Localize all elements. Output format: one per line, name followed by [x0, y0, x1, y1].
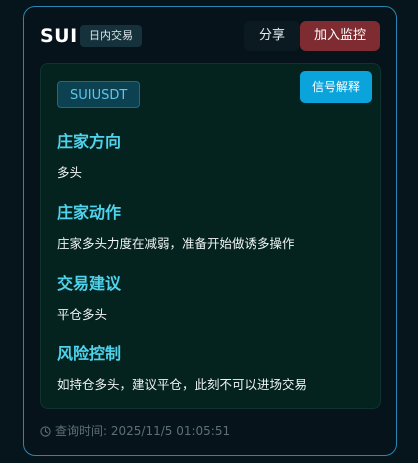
share-button[interactable]: 分享 [244, 21, 300, 51]
query-time: 查询时间: 2025/11/5 01:05:51 [40, 421, 230, 441]
section-text-advice: 平仓多头 [57, 307, 108, 322]
section-title-action: 庄家动作 [57, 203, 122, 222]
section-title-advice: 交易建议 [57, 274, 122, 293]
trade-type-badge: 日内交易 [80, 25, 142, 47]
section-title-risk: 风险控制 [57, 344, 122, 363]
signal-explain-button[interactable]: 信号解释 [300, 71, 372, 103]
section-text-direction: 多头 [57, 165, 83, 180]
section-title-direction: 庄家方向 [57, 132, 122, 151]
coin-symbol: SUI [40, 25, 78, 47]
add-to-watch-button[interactable]: 加入监控 [300, 21, 380, 51]
signal-card: SUI 日内交易 分享 加入监控 SUIUSDT 信号解释 庄家方向 多头 庄家… [23, 6, 397, 456]
query-time-text: 查询时间: 2025/11/5 01:05:51 [55, 424, 231, 438]
section-text-action: 庄家多头力度在减弱，准备开始做诱多操作 [57, 236, 295, 251]
clock-icon [40, 424, 55, 438]
card-header: SUI 日内交易 分享 加入监控 [40, 21, 380, 53]
section-text-risk: 如持仓多头，建议平仓，此刻不可以进场交易 [57, 377, 308, 392]
ticker-badge: SUIUSDT [57, 81, 141, 108]
signal-panel: SUIUSDT 信号解释 庄家方向 多头 庄家动作 庄家多头力度在减弱，准备开始… [40, 63, 381, 409]
